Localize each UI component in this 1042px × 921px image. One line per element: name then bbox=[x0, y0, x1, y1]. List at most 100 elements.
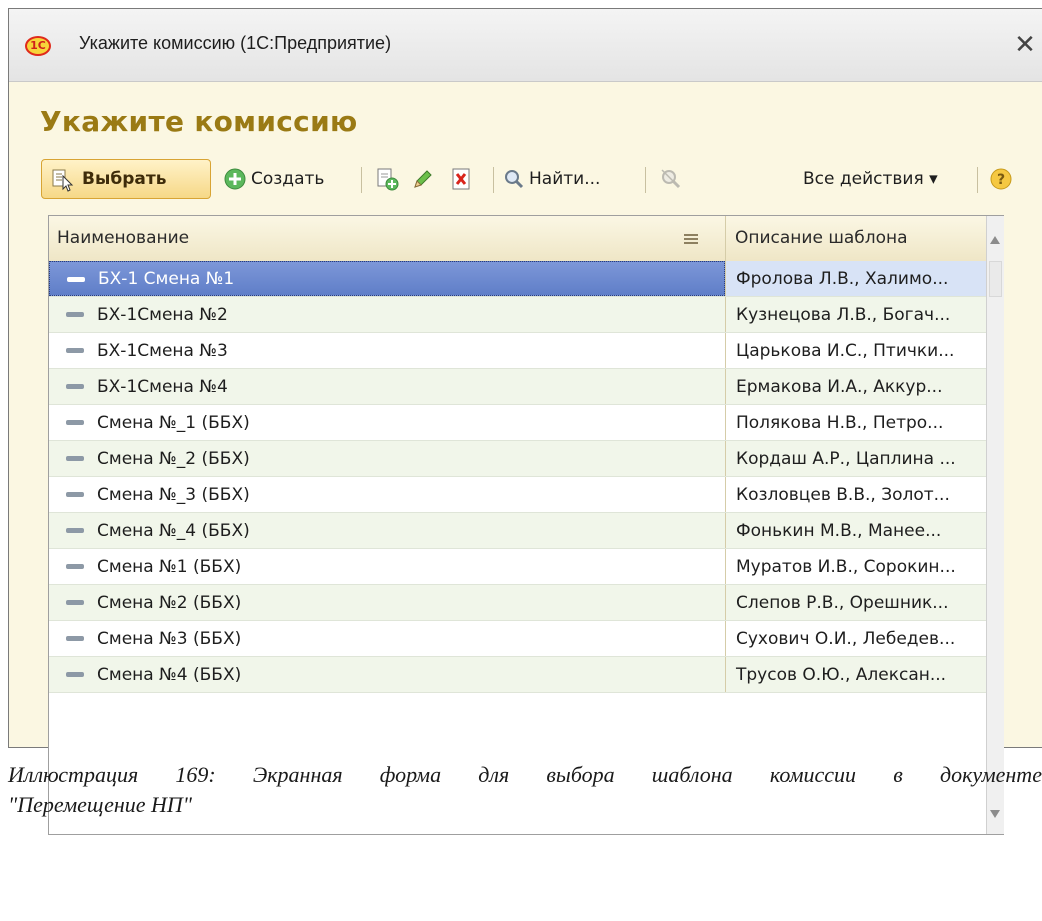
create-button-label: Создать bbox=[251, 169, 325, 189]
table-row[interactable]: Смена №_2 (ББХ) Кордаш А.Р., Цаплина ... bbox=[49, 441, 986, 477]
cancel-search-button[interactable] bbox=[655, 164, 687, 194]
item-dash-icon bbox=[66, 456, 84, 461]
cell-name[interactable]: Смена №_2 (ББХ) bbox=[49, 441, 725, 476]
cell-name[interactable]: Смена №3 (ББХ) bbox=[49, 621, 725, 656]
caption-word: комиссии bbox=[769, 762, 857, 787]
caption-word: 169: bbox=[175, 762, 216, 787]
caption-word: документе bbox=[939, 762, 1042, 787]
find-button-label: Найти... bbox=[529, 169, 601, 189]
table-row[interactable]: Смена №1 (ББХ) Муратов И.В., Сорокин... bbox=[49, 549, 986, 585]
toolbar-separator bbox=[645, 167, 646, 193]
caption-word: Иллюстрация bbox=[8, 762, 139, 787]
cell-name[interactable]: Смена №1 (ББХ) bbox=[49, 549, 725, 584]
cell-name-text: БХ-1Смена №2 bbox=[97, 304, 228, 325]
table-row[interactable]: БХ-1 Смена №1 Фролова Л.В., Халимо... bbox=[49, 261, 986, 297]
cell-name-text: Смена №2 (ББХ) bbox=[97, 592, 242, 613]
find-button[interactable]: Найти... bbox=[503, 159, 638, 199]
scroll-up-icon[interactable] bbox=[990, 236, 1000, 244]
cell-description[interactable]: Полякова Н.В., Петро... bbox=[725, 405, 986, 440]
cell-name[interactable]: БХ-1Смена №3 bbox=[49, 333, 725, 368]
table-row[interactable]: Смена №3 (ББХ) Сухович О.И., Лебедев... bbox=[49, 621, 986, 657]
column-header-name[interactable]: Наименование bbox=[57, 228, 189, 248]
table-row[interactable]: Смена №4 (ББХ) Трусов О.Ю., Алексан... bbox=[49, 657, 986, 693]
table-row[interactable]: Смена №2 (ББХ) Слепов Р.В., Орешник... bbox=[49, 585, 986, 621]
item-dash-icon bbox=[66, 384, 84, 389]
sort-icon bbox=[684, 234, 698, 244]
item-dash-icon bbox=[66, 348, 84, 353]
table-row[interactable]: БХ-1Смена №4 Ермакова И.А., Аккур... bbox=[49, 369, 986, 405]
copy-button[interactable] bbox=[371, 164, 403, 194]
cell-description[interactable]: Ермакова И.А., Аккур... bbox=[725, 369, 986, 404]
toolbar-separator bbox=[977, 167, 978, 193]
item-dash-icon bbox=[66, 600, 84, 605]
cell-description[interactable]: Козловцев В.В., Золот... bbox=[725, 477, 986, 512]
find-icon bbox=[503, 168, 525, 190]
caption-line-1: Иллюстрация 169: Экранная форма для выбора шаб… bbox=[8, 760, 1042, 790]
column-divider[interactable] bbox=[725, 216, 726, 261]
cell-name[interactable]: Смена №_3 (ББХ) bbox=[49, 477, 725, 512]
figure-caption: Иллюстрация 169: Экранная форма для выбора шаб… bbox=[8, 760, 1042, 820]
cell-name[interactable]: БХ-1Смена №2 bbox=[49, 297, 725, 332]
item-dash-icon bbox=[66, 672, 84, 677]
cell-name-text: БХ-1Смена №3 bbox=[97, 340, 228, 361]
help-icon: ? bbox=[989, 167, 1013, 191]
select-button-label: Выбрать bbox=[82, 169, 167, 189]
cell-name[interactable]: БХ-1 Смена №1 bbox=[49, 261, 725, 296]
cell-name-text: Смена №1 (ББХ) bbox=[97, 556, 242, 577]
item-dash-icon bbox=[67, 277, 85, 282]
item-dash-icon bbox=[66, 528, 84, 533]
caption-line-2: "Перемещение НП" bbox=[8, 792, 193, 817]
window-title: Укажите комиссию (1С:Предприятие) bbox=[79, 33, 392, 53]
cell-name[interactable]: Смена №2 (ББХ) bbox=[49, 585, 725, 620]
cell-description[interactable]: Кузнецова Л.В., Богач... bbox=[725, 297, 986, 332]
cell-description[interactable]: Фонькин М.В., Манее... bbox=[725, 513, 986, 548]
item-dash-icon bbox=[66, 636, 84, 641]
cell-description[interactable]: Слепов Р.В., Орешник... bbox=[725, 585, 986, 620]
scroll-thumb[interactable] bbox=[989, 261, 1002, 297]
all-actions-label: Все действия ▾ bbox=[803, 169, 938, 189]
table-row[interactable]: Смена №_4 (ББХ) Фонькин М.В., Манее... bbox=[49, 513, 986, 549]
svg-text:?: ? bbox=[997, 172, 1005, 188]
cell-name[interactable]: Смена №4 (ББХ) bbox=[49, 657, 725, 692]
cell-name-text: БХ-1 Смена №1 bbox=[98, 268, 235, 289]
caption-word: выбора bbox=[546, 762, 615, 787]
table-row[interactable]: Смена №_3 (ББХ) Козловцев В.В., Золот... bbox=[49, 477, 986, 513]
cell-name-text: Смена №_4 (ББХ) bbox=[97, 520, 250, 541]
cell-name[interactable]: БХ-1Смена №4 bbox=[49, 369, 725, 404]
item-dash-icon bbox=[66, 492, 84, 497]
create-icon bbox=[223, 167, 247, 191]
delete-button[interactable] bbox=[445, 164, 477, 194]
caption-word: шаблона bbox=[651, 762, 733, 787]
table-row[interactable]: БХ-1Смена №2 Кузнецова Л.В., Богач... bbox=[49, 297, 986, 333]
caption-word: форма bbox=[379, 762, 442, 787]
close-icon[interactable]: ✕ bbox=[1010, 25, 1040, 65]
caption-word: для bbox=[478, 762, 510, 787]
vertical-scrollbar[interactable] bbox=[986, 216, 1004, 834]
cell-description[interactable]: Трусов О.Ю., Алексан... bbox=[725, 657, 986, 692]
cell-description[interactable]: Муратов И.В., Сорокин... bbox=[725, 549, 986, 584]
cell-description[interactable]: Царькова И.С., Птички... bbox=[725, 333, 986, 368]
table-header: Наименование Описание шаблона bbox=[49, 216, 986, 262]
cancel-search-icon bbox=[659, 167, 683, 191]
edit-button[interactable] bbox=[407, 164, 439, 194]
create-button[interactable]: Создать bbox=[223, 159, 353, 199]
1c-logo-icon: 1С bbox=[25, 36, 51, 56]
cell-description[interactable]: Сухович О.И., Лебедев... bbox=[725, 621, 986, 656]
cell-name-text: БХ-1Смена №4 bbox=[97, 376, 228, 397]
column-header-description[interactable]: Описание шаблона bbox=[735, 228, 908, 248]
table-row[interactable]: Смена №_1 (ББХ) Полякова Н.В., Петро... bbox=[49, 405, 986, 441]
dialog-window: 1С Укажите комиссию (1С:Предприятие) ✕ У… bbox=[8, 8, 1042, 835]
edit-icon bbox=[411, 167, 435, 191]
cell-name[interactable]: Смена №_1 (ББХ) bbox=[49, 405, 725, 440]
item-dash-icon bbox=[66, 564, 84, 569]
cell-description[interactable]: Фролова Л.В., Халимо... bbox=[725, 261, 986, 296]
help-button[interactable]: ? bbox=[985, 164, 1017, 194]
select-icon bbox=[50, 166, 76, 192]
title-bar: 1С Укажите комиссию (1С:Предприятие) ✕ bbox=[9, 9, 1042, 82]
cell-name[interactable]: Смена №_4 (ББХ) bbox=[49, 513, 725, 548]
cell-name-text: Смена №_3 (ББХ) bbox=[97, 484, 250, 505]
all-actions-menu[interactable]: Все действия ▾ bbox=[803, 159, 973, 199]
table-row[interactable]: БХ-1Смена №3 Царькова И.С., Птички... bbox=[49, 333, 986, 369]
select-button[interactable]: Выбрать bbox=[41, 159, 211, 199]
cell-description[interactable]: Кордаш А.Р., Цаплина ... bbox=[725, 441, 986, 476]
